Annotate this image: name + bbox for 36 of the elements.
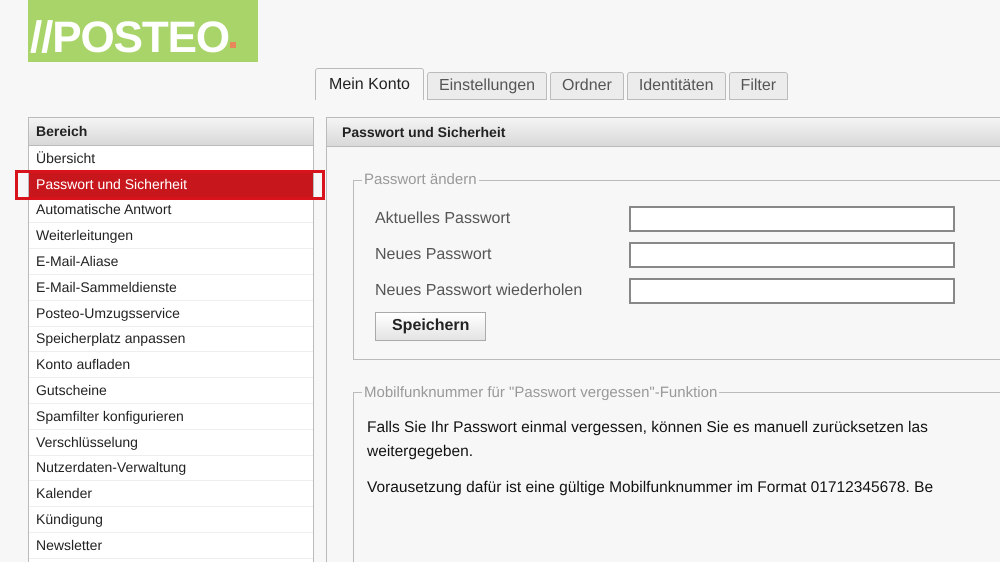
tab[interactable]: Filter	[728, 72, 788, 100]
sidebar-item[interactable]: Konto aufladen	[29, 352, 313, 378]
sidebar-item[interactable]: Kalender	[29, 481, 313, 508]
logo-text: //POSTEO	[30, 16, 230, 60]
password-field[interactable]	[629, 278, 955, 304]
sidebar-item[interactable]: Posteo-Umzugsservice	[29, 300, 313, 327]
sidebar-item[interactable]: E-Mail-Sammeldienste	[29, 274, 313, 301]
field-label: Neues Passwort wiederholen	[375, 280, 584, 300]
info-text: weitergegeben.	[367, 442, 474, 462]
sidebar-item[interactable]: Newsletter	[29, 532, 313, 559]
tab[interactable]: Identitäten	[626, 72, 726, 100]
sidebar-item[interactable]: Speicherplatz anpassen	[29, 326, 313, 352]
tab[interactable]: Einstellungen	[426, 72, 548, 100]
sidebar-header: Bereich	[29, 118, 313, 146]
section-legend: Mobilfunknummer für "Passwort vergessen"-Funktion	[362, 382, 720, 404]
sidebar-item[interactable]: Spamfilter konfigurieren	[29, 404, 313, 430]
tab[interactable]: Mein Konto	[315, 68, 424, 100]
field-label: Aktuelles Passwort	[375, 208, 512, 228]
sidebar-item[interactable]: Weiterleitungen	[29, 223, 313, 250]
info-text: Vorausetzung dafür ist eine gültige Mobilfunknummer im Format 01712345678. Be	[367, 478, 934, 498]
sidebar-item[interactable]: Automatische Antwort	[29, 198, 313, 224]
sidebar-item[interactable]: Kündigung	[29, 507, 313, 533]
section-legend: Passwort ändern	[362, 169, 479, 192]
panel-title: Passwort und Sicherheit	[327, 118, 1000, 147]
password-field[interactable]	[629, 242, 955, 268]
sidebar-item[interactable]: E-Mail-Aliase	[29, 249, 313, 275]
sidebar-item[interactable]: Verschlüsselung	[29, 430, 313, 456]
field-label: Neues Passwort	[375, 244, 492, 264]
sidebar-item[interactable]: Passwort und Sicherheit	[29, 172, 313, 198]
password-field[interactable]	[629, 206, 955, 232]
tab[interactable]: Ordner	[550, 72, 624, 100]
save-button[interactable]: Speichern	[375, 312, 486, 340]
info-text: Falls Sie Ihr Passwort einmal vergessen, können Sie es manuell zurücksetzen las	[367, 418, 929, 438]
sidebar-item[interactable]: Übersicht	[29, 146, 313, 172]
sidebar-item[interactable]: Gutscheine	[29, 378, 313, 404]
sidebar-item[interactable]: Nutzerdaten-Verwaltung	[29, 456, 313, 482]
